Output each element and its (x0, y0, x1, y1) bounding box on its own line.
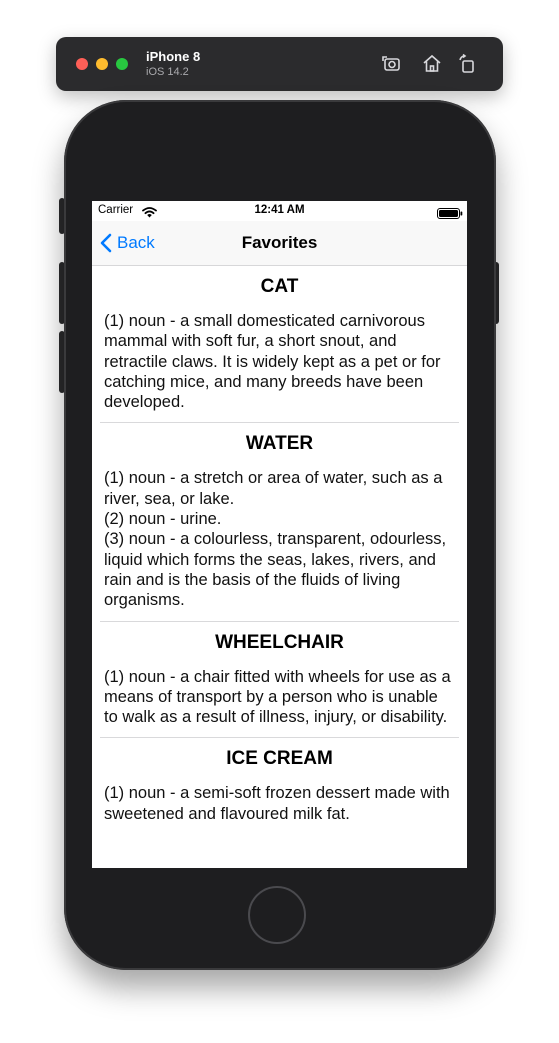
list-item[interactable]: WHEELCHAIR (1) noun - a chair fitted wit… (92, 630, 467, 728)
divider (100, 422, 459, 424)
favorites-list: CAT (1) noun - a small domesticated carn… (92, 266, 467, 824)
list-item[interactable]: ICE CREAM (1) noun - a semi-soft frozen … (92, 746, 467, 824)
list-item[interactable]: WATER (1) noun - a stretch or area of wa… (92, 431, 467, 610)
list-item[interactable]: CAT (1) noun - a small domesticated carn… (92, 274, 467, 412)
entry-word: WATER (245, 433, 314, 455)
entry-definition: (1) noun - a stretch or area of water, s… (104, 469, 447, 610)
minimize-window-button[interactable] (96, 58, 108, 70)
device-name: iPhone 8 (146, 49, 201, 64)
os-version: iOS 14.2 (146, 66, 189, 78)
navigation-bar: Back Favorites (92, 221, 467, 266)
status-time: 12:41 AM (254, 204, 305, 216)
entry-definition: (1) noun - a small domesticated carnivor… (104, 312, 441, 412)
home-icon[interactable] (420, 52, 444, 76)
close-window-button[interactable] (76, 58, 88, 70)
entry-definition: (1) noun - a chair fitted with wheels fo… (104, 667, 451, 727)
divider (100, 737, 459, 739)
entry-word: CAT (260, 276, 299, 297)
divider (100, 620, 459, 622)
entry-definition: (1) noun - a semi-soft frozen dessert ma… (104, 784, 450, 823)
zoom-window-button[interactable] (116, 58, 128, 70)
simulator-toolbar: iPhone 8 iOS 14.2 (56, 37, 503, 91)
screenshot-icon[interactable] (380, 52, 404, 76)
home-button[interactable] (248, 886, 306, 944)
page-title: Favorites (241, 233, 318, 252)
rotate-icon[interactable] (455, 52, 479, 76)
entry-word: WHEELCHAIR (215, 631, 344, 653)
status-bar: Carrier 12:41 AM (92, 201, 467, 221)
device-screen: Carrier 12:41 AM Back Favorites CAT (1) … (92, 201, 467, 868)
entry-word: ICE CREAM (226, 748, 333, 770)
